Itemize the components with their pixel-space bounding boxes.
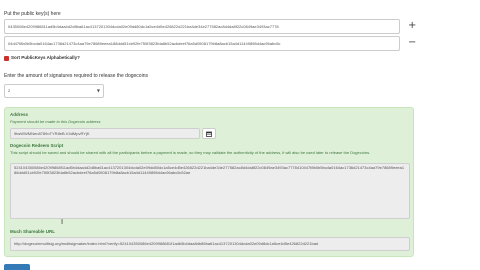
address-note: Payment should be made to this Dogecoin … (10, 119, 101, 124)
redeem-script-field[interactable]: 524104350086e42099868f11ad5b4daa4d2d8ba6… (10, 163, 410, 219)
page-right-margin (468, 0, 480, 270)
pubkey-input-2[interactable]: 04d47f8b0b5bcda0164ac1736d21473c4aa79e78… (4, 36, 400, 51)
sort-label: Sort PublicKeys Alphabetically? (11, 55, 80, 60)
calendar-icon[interactable] (202, 128, 216, 139)
redeem-note: This script should be saved and should b… (10, 150, 371, 155)
caret-down-icon: ▼ (96, 88, 100, 93)
sigs-label: Enter the amount of signatures required … (4, 73, 148, 79)
pubkey-input-1[interactable]: 0435008e4209986811ad5b4daa4d2d8ba61ac413… (4, 19, 400, 34)
submit-button[interactable] (4, 264, 30, 270)
sigs-select-value: 2 (8, 88, 11, 93)
address-label: Address (10, 112, 29, 117)
redeem-label: Dogecoin Redeem Script (10, 143, 64, 148)
sigs-select[interactable]: 2 ▼ (4, 84, 104, 98)
checkbox-checked-icon[interactable] (4, 56, 9, 61)
redeem-script-text: 524104350086e42099868f11ad5b4daa4d2d8ba6… (14, 165, 405, 175)
address-field[interactable]: 9twWWMNen8789oTYR8eB.V4dMpvRYjK (10, 128, 200, 139)
pubkeys-label: Put the public key(s) here (4, 11, 61, 17)
share-label: Much Shareable URL (10, 229, 56, 234)
share-url-field[interactable]: http://dogecoinmultisig.org/multisigmake… (10, 237, 410, 251)
remove-pubkey-button[interactable]: − (408, 38, 416, 48)
add-pubkey-button[interactable]: + (408, 21, 416, 31)
text-cursor-icon: I (61, 218, 64, 226)
